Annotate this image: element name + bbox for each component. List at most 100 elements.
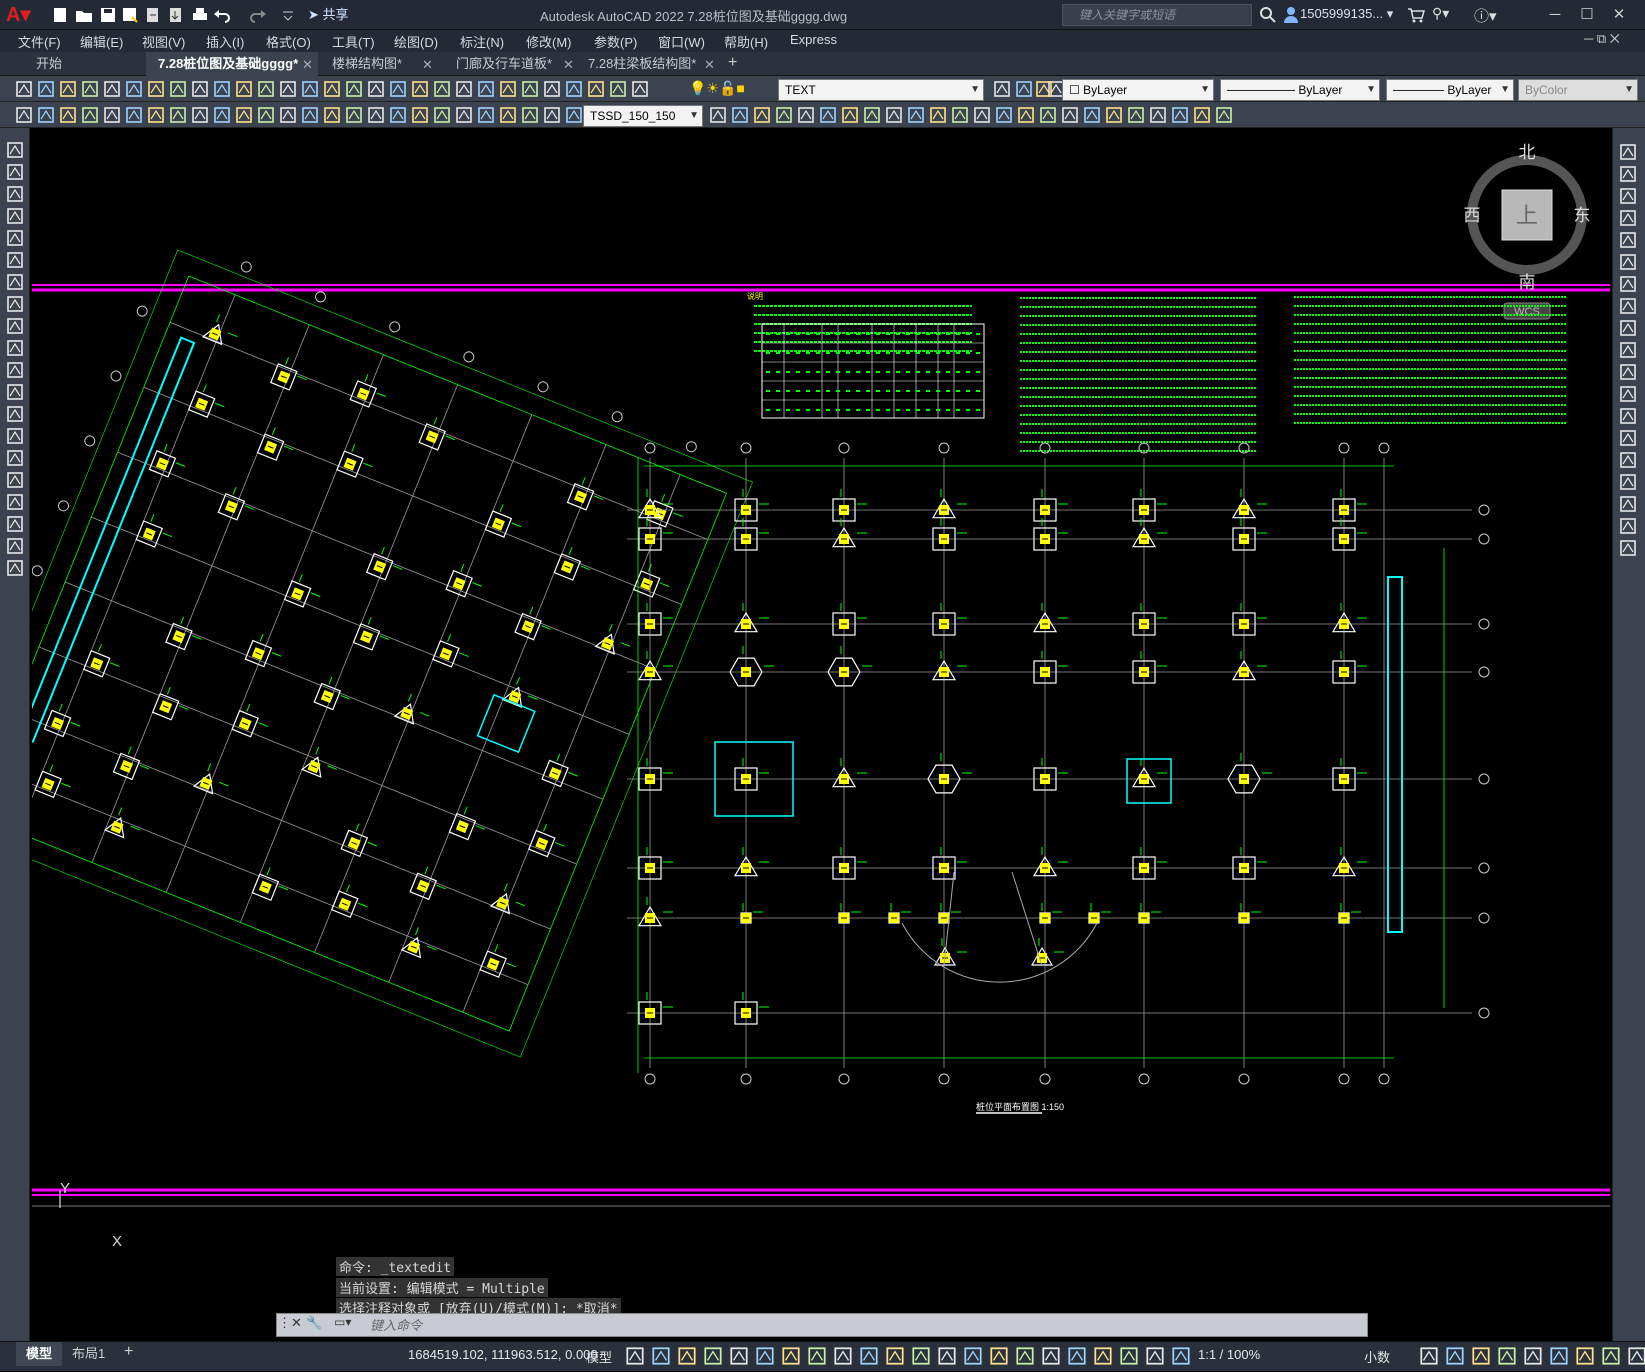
- modify-tool-icon[interactable]: [1104, 105, 1124, 125]
- toolbar-tool-icon[interactable]: [80, 79, 100, 99]
- redo-icon[interactable]: [248, 5, 268, 25]
- modify-tool-icon[interactable]: [928, 105, 948, 125]
- cart-icon[interactable]: [1406, 5, 1426, 25]
- modify-tool-icon[interactable]: [1618, 318, 1638, 338]
- dimension-tool-icon[interactable]: [278, 105, 298, 125]
- viewcube-west[interactable]: 西: [1464, 206, 1481, 225]
- draw-tool-icon[interactable]: [5, 404, 25, 424]
- modify-tool-icon[interactable]: [1618, 428, 1638, 448]
- status-toggle-icon[interactable]: [1548, 1345, 1570, 1367]
- text-style-dropdown[interactable]: TSSD_150_150 ▼: [583, 105, 703, 127]
- toolbar-tool-icon[interactable]: [498, 79, 518, 99]
- modify-tool-icon[interactable]: [1016, 105, 1036, 125]
- toolbar-tool-icon[interactable]: [322, 79, 342, 99]
- modify-tool-icon[interactable]: [1060, 105, 1080, 125]
- draw-tool-icon[interactable]: [5, 228, 25, 248]
- status-toggle-icon[interactable]: [624, 1345, 646, 1367]
- tab-pile-plan[interactable]: 7.28桩位图及基础gggg*: [146, 52, 318, 76]
- modify-tool-icon[interactable]: [884, 105, 904, 125]
- draw-tool-icon[interactable]: [5, 426, 25, 446]
- model-space-toggle[interactable]: 模型: [586, 1347, 612, 1366]
- dimension-tool-icon[interactable]: [322, 105, 342, 125]
- user-icon[interactable]: [1282, 5, 1300, 25]
- status-toggle-icon[interactable]: [806, 1345, 828, 1367]
- modify-tool-icon[interactable]: [1618, 164, 1638, 184]
- modify-tool-icon[interactable]: [1618, 384, 1638, 404]
- modify-tool-icon[interactable]: [1618, 516, 1638, 536]
- status-toggle-icon[interactable]: [1626, 1345, 1645, 1367]
- new-file-icon[interactable]: [50, 5, 70, 25]
- status-toggle-icon[interactable]: [702, 1345, 724, 1367]
- menu-draw[interactable]: 绘图(D): [394, 32, 438, 51]
- status-toggle-icon[interactable]: [1144, 1345, 1166, 1367]
- command-input[interactable]: 键入命令: [370, 1315, 422, 1334]
- lineweight-dropdown[interactable]: ────── ByLayer ▼: [1386, 79, 1514, 101]
- toolbar-tool-icon[interactable]: [234, 79, 254, 99]
- modify-tool-icon[interactable]: [1618, 362, 1638, 382]
- modify-tool-icon[interactable]: [1126, 105, 1146, 125]
- draw-tool-icon[interactable]: [5, 536, 25, 556]
- modify-tool-icon[interactable]: [1618, 230, 1638, 250]
- new-tab-icon[interactable]: +: [728, 54, 737, 72]
- status-toggle-icon[interactable]: [910, 1345, 932, 1367]
- modify-tool-icon[interactable]: [1170, 105, 1190, 125]
- draw-tool-icon[interactable]: [5, 382, 25, 402]
- status-toggle-icon[interactable]: [1092, 1345, 1114, 1367]
- command-customize-icon[interactable]: 🔧: [306, 1315, 326, 1333]
- toolbar-tool-icon[interactable]: [388, 79, 408, 99]
- draw-tool-icon[interactable]: [5, 250, 25, 270]
- status-toggle-icon[interactable]: [728, 1345, 750, 1367]
- toolbar-tool-icon[interactable]: [300, 79, 320, 99]
- plotstyle-dropdown[interactable]: ByColor ▼: [1518, 79, 1638, 101]
- modify-tool-icon[interactable]: [1148, 105, 1168, 125]
- toolbar-tool-icon[interactable]: [212, 79, 232, 99]
- drawing-svg[interactable]: 上 北 南 东 西 WCS 说明 桩位平面布置图 1:150: [32, 128, 1610, 1208]
- toolbar-tool-icon[interactable]: [256, 79, 276, 99]
- dimension-tool-icon[interactable]: [102, 105, 122, 125]
- dimension-tool-icon[interactable]: [256, 105, 276, 125]
- status-toggle-icon[interactable]: [1014, 1345, 1036, 1367]
- draw-tool-icon[interactable]: [5, 184, 25, 204]
- qat-menu-icon[interactable]: [278, 5, 298, 25]
- modify-tool-icon[interactable]: [1618, 296, 1638, 316]
- status-toggle-icon[interactable]: [780, 1345, 802, 1367]
- menu-edit[interactable]: 编辑(E): [80, 32, 123, 51]
- dimension-tool-icon[interactable]: [542, 105, 562, 125]
- status-toggle-icon[interactable]: [962, 1345, 984, 1367]
- modify-tool-icon[interactable]: [1618, 340, 1638, 360]
- menu-tools[interactable]: 工具(T): [332, 32, 375, 51]
- help-icon[interactable]: ⓘ▾: [1474, 5, 1508, 25]
- command-close-icon[interactable]: ⋮✕: [278, 1315, 302, 1333]
- draw-tool-icon[interactable]: [5, 514, 25, 534]
- layer-state-icons[interactable]: 💡☀🔓■: [689, 80, 769, 100]
- draw-tool-icon[interactable]: [5, 470, 25, 490]
- viewcube-east[interactable]: 东: [1574, 206, 1591, 225]
- modify-tool-icon[interactable]: [708, 105, 728, 125]
- draw-tool-icon[interactable]: [5, 558, 25, 578]
- draw-tool-icon[interactable]: [5, 162, 25, 182]
- save-as-icon[interactable]: [120, 5, 140, 25]
- dimension-tool-icon[interactable]: [564, 105, 584, 125]
- modify-tool-icon[interactable]: [774, 105, 794, 125]
- status-toggle-icon[interactable]: [1040, 1345, 1062, 1367]
- dimension-tool-icon[interactable]: [520, 105, 540, 125]
- dimension-tool-icon[interactable]: [14, 105, 34, 125]
- status-toggle-icon[interactable]: [832, 1345, 854, 1367]
- modify-tool-icon[interactable]: [796, 105, 816, 125]
- toolbar-tool-icon[interactable]: [410, 79, 430, 99]
- close-tab-icon[interactable]: ✕: [704, 57, 715, 73]
- tab-model[interactable]: 模型: [16, 1342, 63, 1366]
- modify-tool-icon[interactable]: [1618, 252, 1638, 272]
- add-layout-icon[interactable]: +: [124, 1343, 133, 1361]
- dimension-tool-icon[interactable]: [190, 105, 210, 125]
- search-input[interactable]: 键入关键字或短语: [1062, 4, 1252, 26]
- status-toggle-icon[interactable]: [884, 1345, 906, 1367]
- status-toggle-icon[interactable]: [1418, 1345, 1440, 1367]
- plot-icon[interactable]: [190, 5, 210, 25]
- maximize-button[interactable]: ☐: [1572, 0, 1602, 30]
- menu-format[interactable]: 格式(O): [266, 32, 311, 51]
- save-icon[interactable]: [98, 5, 118, 25]
- close-tab-icon[interactable]: ✕: [563, 57, 574, 73]
- tab-porch-driveway[interactable]: 门廊及行车道板*: [444, 52, 578, 76]
- draw-tool-icon[interactable]: [5, 294, 25, 314]
